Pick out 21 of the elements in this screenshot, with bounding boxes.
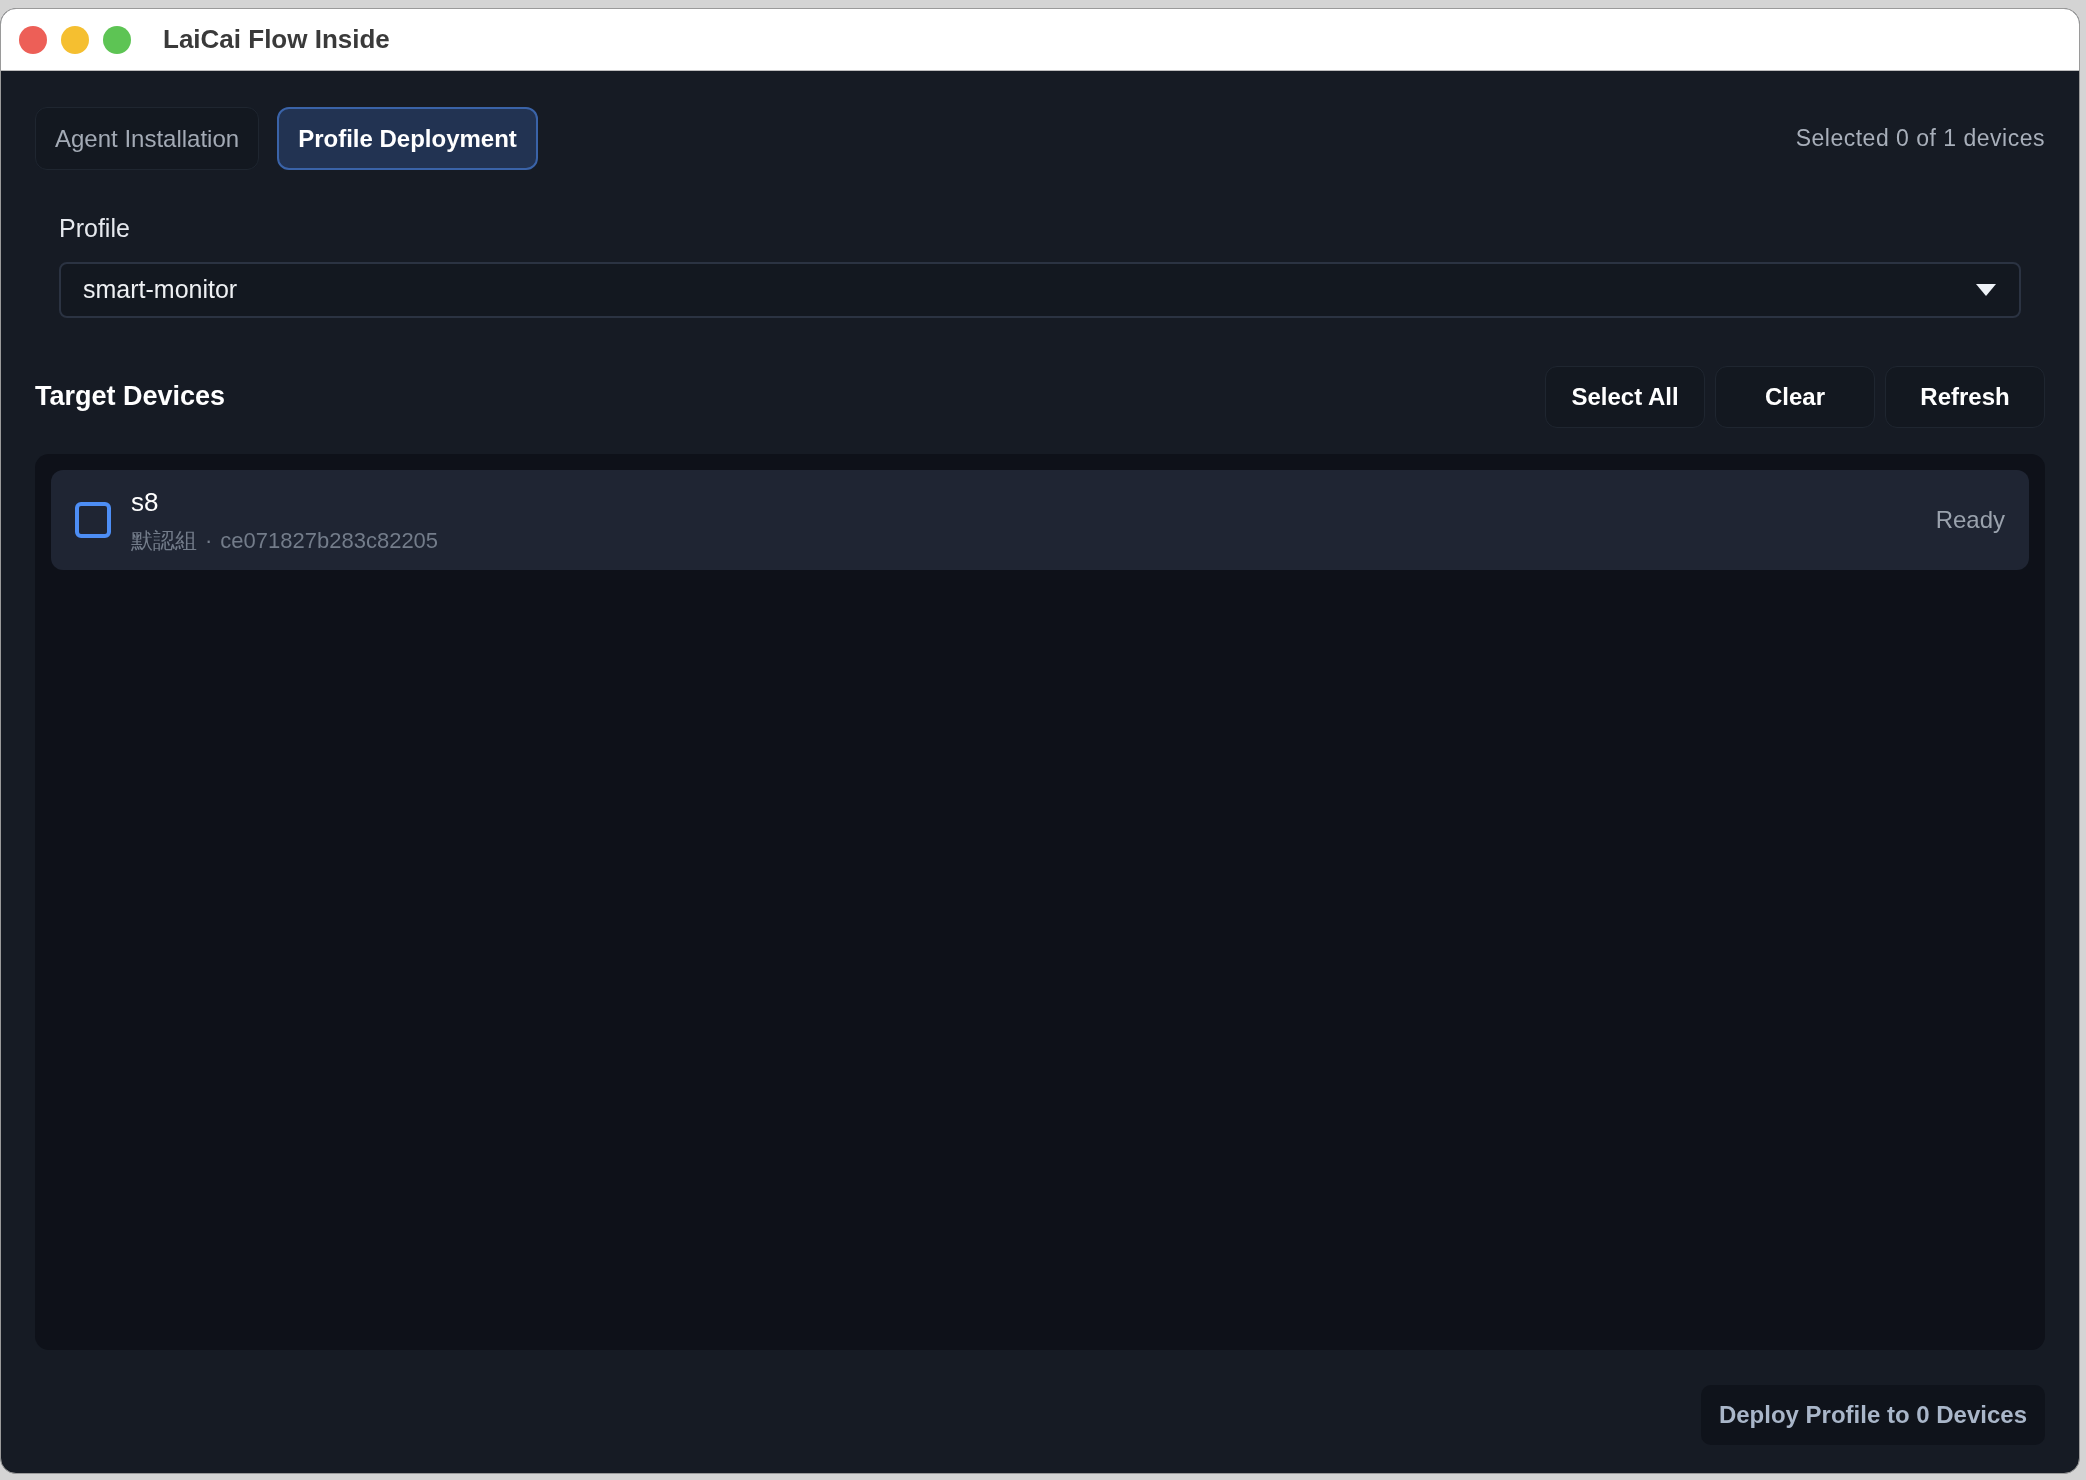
profile-dropdown[interactable]: smart-monitor <box>59 261 2021 318</box>
action-button[interactable]: Clear <box>1715 365 1875 428</box>
checkbox[interactable] <box>75 501 111 538</box>
device-group: 默認組 <box>131 523 197 557</box>
dropdown-caret-icon <box>1975 282 1997 297</box>
field-label: Profile <box>59 213 131 244</box>
separator-dot: · <box>205 526 213 555</box>
device-name: s8 <box>131 485 160 519</box>
tab[interactable]: Profile Deployment <box>277 107 538 170</box>
tab[interactable]: Agent Installation <box>35 107 260 170</box>
action-button[interactable]: Refresh <box>1885 365 2045 428</box>
device-row[interactable]: s8 默認組 · ce071827b283c82205 Ready <box>51 469 2029 570</box>
minimize-icon[interactable] <box>61 25 89 54</box>
selection-summary: Selected 0 of 1 devices <box>1795 124 2045 154</box>
section-title: Target Devices <box>35 380 226 414</box>
device-status: Ready <box>1935 504 2005 535</box>
close-icon[interactable] <box>19 25 47 54</box>
action-button[interactable]: Select All <box>1545 365 1705 428</box>
window-title: LaiCai Flow Inside <box>163 23 390 56</box>
device-serial: ce071827b283c82205 <box>220 526 439 555</box>
maximize-icon[interactable] <box>103 25 131 54</box>
